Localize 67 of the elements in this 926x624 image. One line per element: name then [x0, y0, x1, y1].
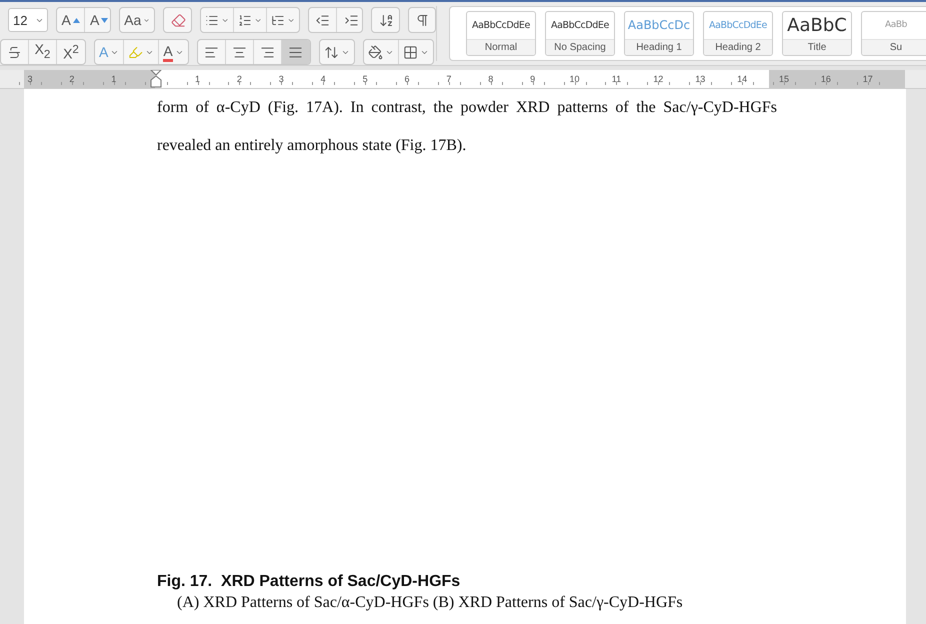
figure-caption-text: (A) XRD Patterns of Sac/α-CyD-HGFs (B) XRD Patterns of Sac/γ-CyD-HGFs: [176, 593, 684, 613]
font-size-field[interactable]: 12: [8, 8, 48, 32]
ruler-number: 16: [820, 74, 831, 84]
ruler-number: 15: [778, 74, 789, 84]
style-preview: AaBbC: [786, 14, 848, 38]
ruler-number: 2: [69, 74, 74, 84]
ruler-number: 1: [195, 74, 200, 84]
ruler-number: 3: [278, 74, 284, 84]
toolbar-button[interactable]: A: [85, 8, 110, 32]
ruler-number: 8: [488, 74, 494, 84]
highlighter-icon: [128, 44, 144, 60]
ruler-number: 13: [695, 74, 706, 84]
ruler-number: 14: [737, 74, 748, 84]
style-preview: AaBbCcDdEe: [708, 18, 768, 33]
toolbar-button[interactable]: X$_{2}$: [29, 40, 57, 64]
triangle-up-icon: [72, 18, 80, 22]
style-tile[interactable]: AaBbC Title: [782, 11, 852, 56]
pilcrow-icon: [415, 12, 430, 28]
style-label: No Spacing: [546, 38, 614, 55]
body-paragraph: form of α-CyD (Fig. 17A). In contrast, the powder XRD patterns of the Sac/γ-CyD-HGFs revealed an entirely amorphous state (Fig. 17B).: [157, 98, 777, 156]
increase-indent-icon: [344, 12, 359, 28]
style-label: Heading 2: [704, 38, 772, 55]
ruler-number: 4: [320, 74, 326, 84]
ruler-number: 5: [362, 74, 368, 84]
style-preview: AaBbCcDdEe: [471, 18, 531, 33]
toolbar-button[interactable]: Aa: [120, 8, 154, 32]
ruler-number: 6: [404, 74, 410, 84]
toolbar-button[interactable]: X$^{2}$: [57, 40, 85, 64]
ruler-number: 11: [612, 74, 622, 84]
align-left-icon: [204, 44, 219, 60]
toolbar-button[interactable]: A: [159, 40, 188, 64]
paint-bucket-icon: [368, 44, 383, 60]
toolbar-button[interactable]: [282, 40, 310, 64]
style-preview: AaBbCcDdEe: [550, 18, 610, 33]
style-label: Heading 1: [625, 38, 693, 55]
style-label: Title: [783, 38, 851, 55]
decrease-indent-icon: [315, 12, 330, 28]
style-tile[interactable]: AaBbCcDdEe Heading 2: [703, 11, 773, 56]
align-center-icon: [232, 44, 247, 60]
ruler-number: 3: [27, 74, 32, 84]
style-tile[interactable]: AaBb Su: [861, 11, 926, 56]
ruler-number: 12: [653, 74, 664, 84]
ruler-number: 1: [111, 74, 116, 84]
eraser-icon: [170, 12, 186, 28]
ruler-number: 2: [236, 74, 242, 84]
border-grid-icon: [402, 44, 418, 60]
line-spacing-icon: [324, 44, 339, 60]
strikethrough-icon: [7, 44, 22, 60]
align-right-icon: [260, 44, 275, 60]
style-preview: AaBb: [884, 19, 908, 32]
style-tile[interactable]: AaBbCcDc Heading 1: [624, 11, 694, 56]
style-label: Normal: [467, 38, 535, 55]
figure-caption-title: Fig. 17. XRD Patterns of Sac/CyD-HGFs: [157, 572, 462, 592]
justify-icon: [288, 44, 304, 60]
ruler-number: 10: [570, 74, 580, 84]
triangle-down-icon: [101, 18, 108, 22]
style-preview: AaBbCcDc: [626, 17, 692, 34]
sort-icon: [378, 12, 394, 28]
ruler-number: 7: [446, 74, 452, 84]
ruler-number: 9: [530, 74, 536, 84]
style-tile[interactable]: AaBbCcDdEe No Spacing: [545, 11, 615, 56]
numbered-list-icon: [238, 12, 252, 28]
toolbar-button[interactable]: A: [57, 8, 86, 32]
indent-marker-icon[interactable]: [150, 70, 162, 88]
style-tile[interactable]: AaBbCcDdEe Normal: [466, 11, 536, 56]
ruler-number: 17: [862, 74, 873, 84]
style-label: Su: [862, 38, 926, 55]
